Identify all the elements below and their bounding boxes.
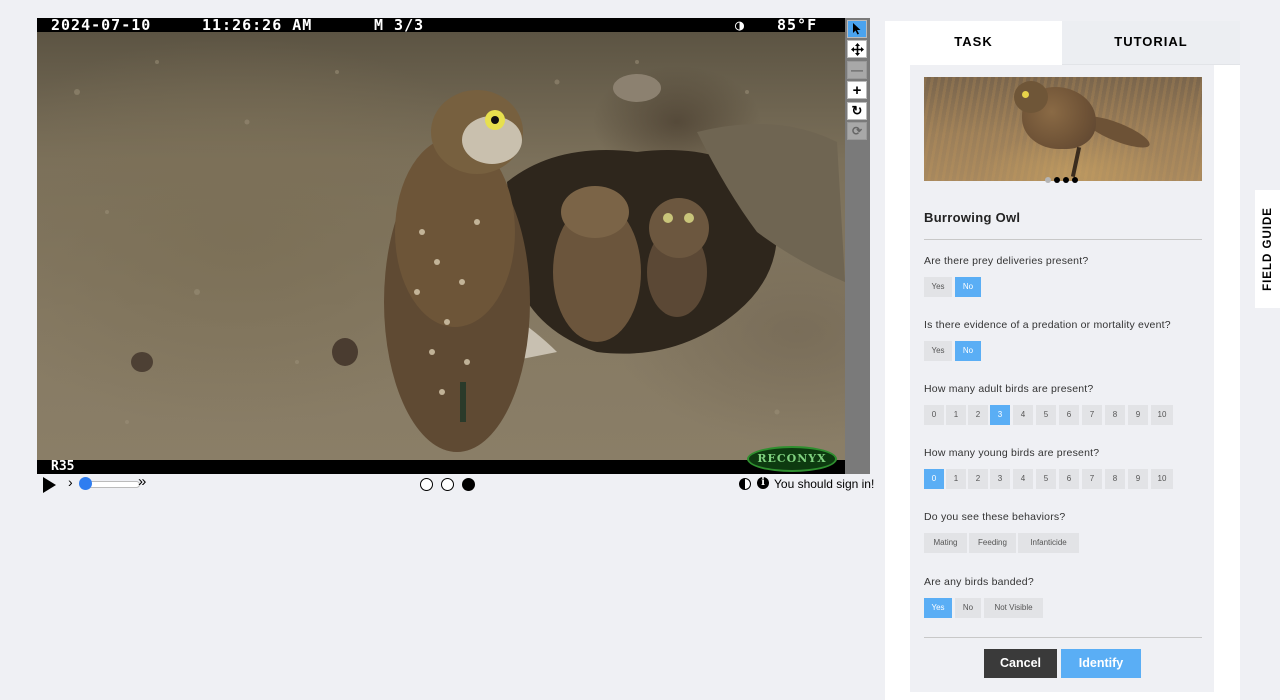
question-prey: Are there prey deliveries present? bbox=[924, 255, 1089, 267]
camera-frame-number: M 3/3 bbox=[374, 18, 425, 34]
count-option-9[interactable]: 9 bbox=[1128, 469, 1148, 489]
image-toolbar: — + ↻ ⟳ bbox=[845, 18, 870, 474]
minus-icon: — bbox=[851, 63, 863, 77]
count-option-4[interactable]: 4 bbox=[1013, 405, 1033, 425]
species-name: Burrowing Owl bbox=[924, 210, 1021, 225]
answer-yes[interactable]: Yes bbox=[924, 341, 952, 361]
divider bbox=[924, 637, 1202, 638]
rotate-icon: ↻ bbox=[851, 103, 863, 118]
field-guide-label: FIELD GUIDE bbox=[1261, 207, 1274, 291]
arrow-pointer-icon bbox=[853, 23, 861, 35]
frame-dot-2[interactable] bbox=[441, 478, 454, 491]
species-image bbox=[924, 77, 1202, 181]
sign-in-notice[interactable]: You should sign in! bbox=[774, 477, 874, 491]
identify-button[interactable]: Identify bbox=[1061, 649, 1141, 678]
answer-yes[interactable]: Yes bbox=[924, 277, 952, 297]
frame-dot-1[interactable] bbox=[420, 478, 433, 491]
count-option-1[interactable]: 1 bbox=[946, 469, 966, 489]
subject-viewer[interactable]: 2024-07-10 11:26:26 AM M 3/3 ◑ 85°F R35 … bbox=[37, 18, 845, 474]
count-option-0[interactable]: 0 bbox=[924, 469, 944, 489]
answer-no[interactable]: No bbox=[955, 598, 981, 618]
count-option-6[interactable]: 6 bbox=[1059, 405, 1079, 425]
image-dot-4[interactable] bbox=[1072, 177, 1078, 183]
count-option-8[interactable]: 8 bbox=[1105, 405, 1125, 425]
play-icon[interactable] bbox=[43, 477, 56, 493]
question-behaviors: Do you see these behaviors? bbox=[924, 511, 1066, 523]
rotate-button[interactable]: ↻ bbox=[847, 102, 867, 120]
question-banded: Are any birds banded? bbox=[924, 576, 1034, 588]
count-option-2[interactable]: 2 bbox=[968, 469, 988, 489]
task-body: Burrowing Owl Are there prey deliveries … bbox=[910, 65, 1214, 692]
tab-tutorial[interactable]: TUTORIAL bbox=[1062, 21, 1240, 65]
count-option-1[interactable]: 1 bbox=[946, 405, 966, 425]
frame-dot-3[interactable] bbox=[462, 478, 475, 491]
camera-time: 11:26:26 AM bbox=[202, 18, 313, 34]
tab-task[interactable]: TASK bbox=[885, 21, 1062, 65]
plus-icon: + bbox=[852, 81, 862, 99]
count-option-9[interactable]: 9 bbox=[1128, 405, 1148, 425]
count-option-10[interactable]: 10 bbox=[1151, 405, 1173, 425]
moon-phase-icon: ◑ bbox=[735, 18, 746, 34]
panel-tabs: TASK TUTORIAL bbox=[885, 21, 1240, 65]
count-option-7[interactable]: 7 bbox=[1082, 469, 1102, 489]
owl-scene-illustration bbox=[74, 60, 845, 452]
question-predation: Is there evidence of a predation or mort… bbox=[924, 319, 1171, 331]
count-option-6[interactable]: 6 bbox=[1059, 469, 1079, 489]
answer-yes[interactable]: Yes bbox=[924, 598, 952, 618]
count-option-3[interactable]: 3 bbox=[990, 405, 1010, 425]
reset-button[interactable]: ⟳ bbox=[847, 122, 867, 140]
cancel-button[interactable]: Cancel bbox=[984, 649, 1057, 678]
camera-info-bar: 2024-07-10 11:26:26 AM M 3/3 ◑ 85°F bbox=[37, 18, 845, 33]
behavior-feeding[interactable]: Feeding bbox=[969, 533, 1016, 553]
camera-id: R35 bbox=[51, 459, 75, 474]
count-option-4[interactable]: 4 bbox=[1013, 469, 1033, 489]
move-arrows-icon bbox=[850, 42, 864, 56]
image-dot-1[interactable] bbox=[1045, 177, 1051, 183]
camera-date: 2024-07-10 bbox=[51, 18, 152, 34]
reset-icon: ⟳ bbox=[851, 124, 863, 138]
slower-icon[interactable]: › bbox=[68, 474, 73, 490]
image-dot-2[interactable] bbox=[1054, 177, 1060, 183]
reconyx-logo: RECONYX bbox=[747, 446, 837, 472]
behavior-infanticide[interactable]: Infanticide bbox=[1018, 533, 1079, 553]
count-option-7[interactable]: 7 bbox=[1082, 405, 1102, 425]
count-option-8[interactable]: 8 bbox=[1105, 469, 1125, 489]
count-option-5[interactable]: 5 bbox=[1036, 469, 1056, 489]
question-young-count: How many young birds are present? bbox=[924, 447, 1100, 459]
count-option-5[interactable]: 5 bbox=[1036, 405, 1056, 425]
answer-not-visible[interactable]: Not Visible bbox=[984, 598, 1043, 618]
behavior-mating[interactable]: Mating bbox=[924, 533, 967, 553]
zoom-out-button[interactable]: — bbox=[847, 61, 867, 79]
count-option-10[interactable]: 10 bbox=[1151, 469, 1173, 489]
image-dot-3[interactable] bbox=[1063, 177, 1069, 183]
field-guide-tab[interactable]: FIELD GUIDE bbox=[1255, 190, 1280, 308]
invert-contrast-icon[interactable] bbox=[739, 478, 751, 490]
camera-temperature: 85°F bbox=[777, 18, 818, 34]
subject-image bbox=[37, 32, 845, 460]
playback-controls: › » i You should sign in! bbox=[37, 473, 874, 496]
move-tool-button[interactable] bbox=[847, 40, 867, 58]
camera-footer-bar: R35 bbox=[37, 460, 845, 474]
zoom-in-button[interactable]: + bbox=[847, 81, 867, 99]
speed-slider-thumb[interactable] bbox=[79, 477, 92, 490]
divider bbox=[924, 239, 1202, 240]
task-panel: TASK TUTORIAL Burrowing Owl Are there pr… bbox=[885, 21, 1240, 700]
count-option-0[interactable]: 0 bbox=[924, 405, 944, 425]
info-icon[interactable]: i bbox=[757, 477, 769, 489]
answer-no[interactable]: No bbox=[955, 341, 981, 361]
count-option-3[interactable]: 3 bbox=[990, 469, 1010, 489]
pointer-tool-button[interactable] bbox=[847, 20, 867, 38]
count-option-2[interactable]: 2 bbox=[968, 405, 988, 425]
question-adult-count: How many adult birds are present? bbox=[924, 383, 1094, 395]
answer-no[interactable]: No bbox=[955, 277, 981, 297]
faster-icon[interactable]: » bbox=[138, 473, 146, 490]
